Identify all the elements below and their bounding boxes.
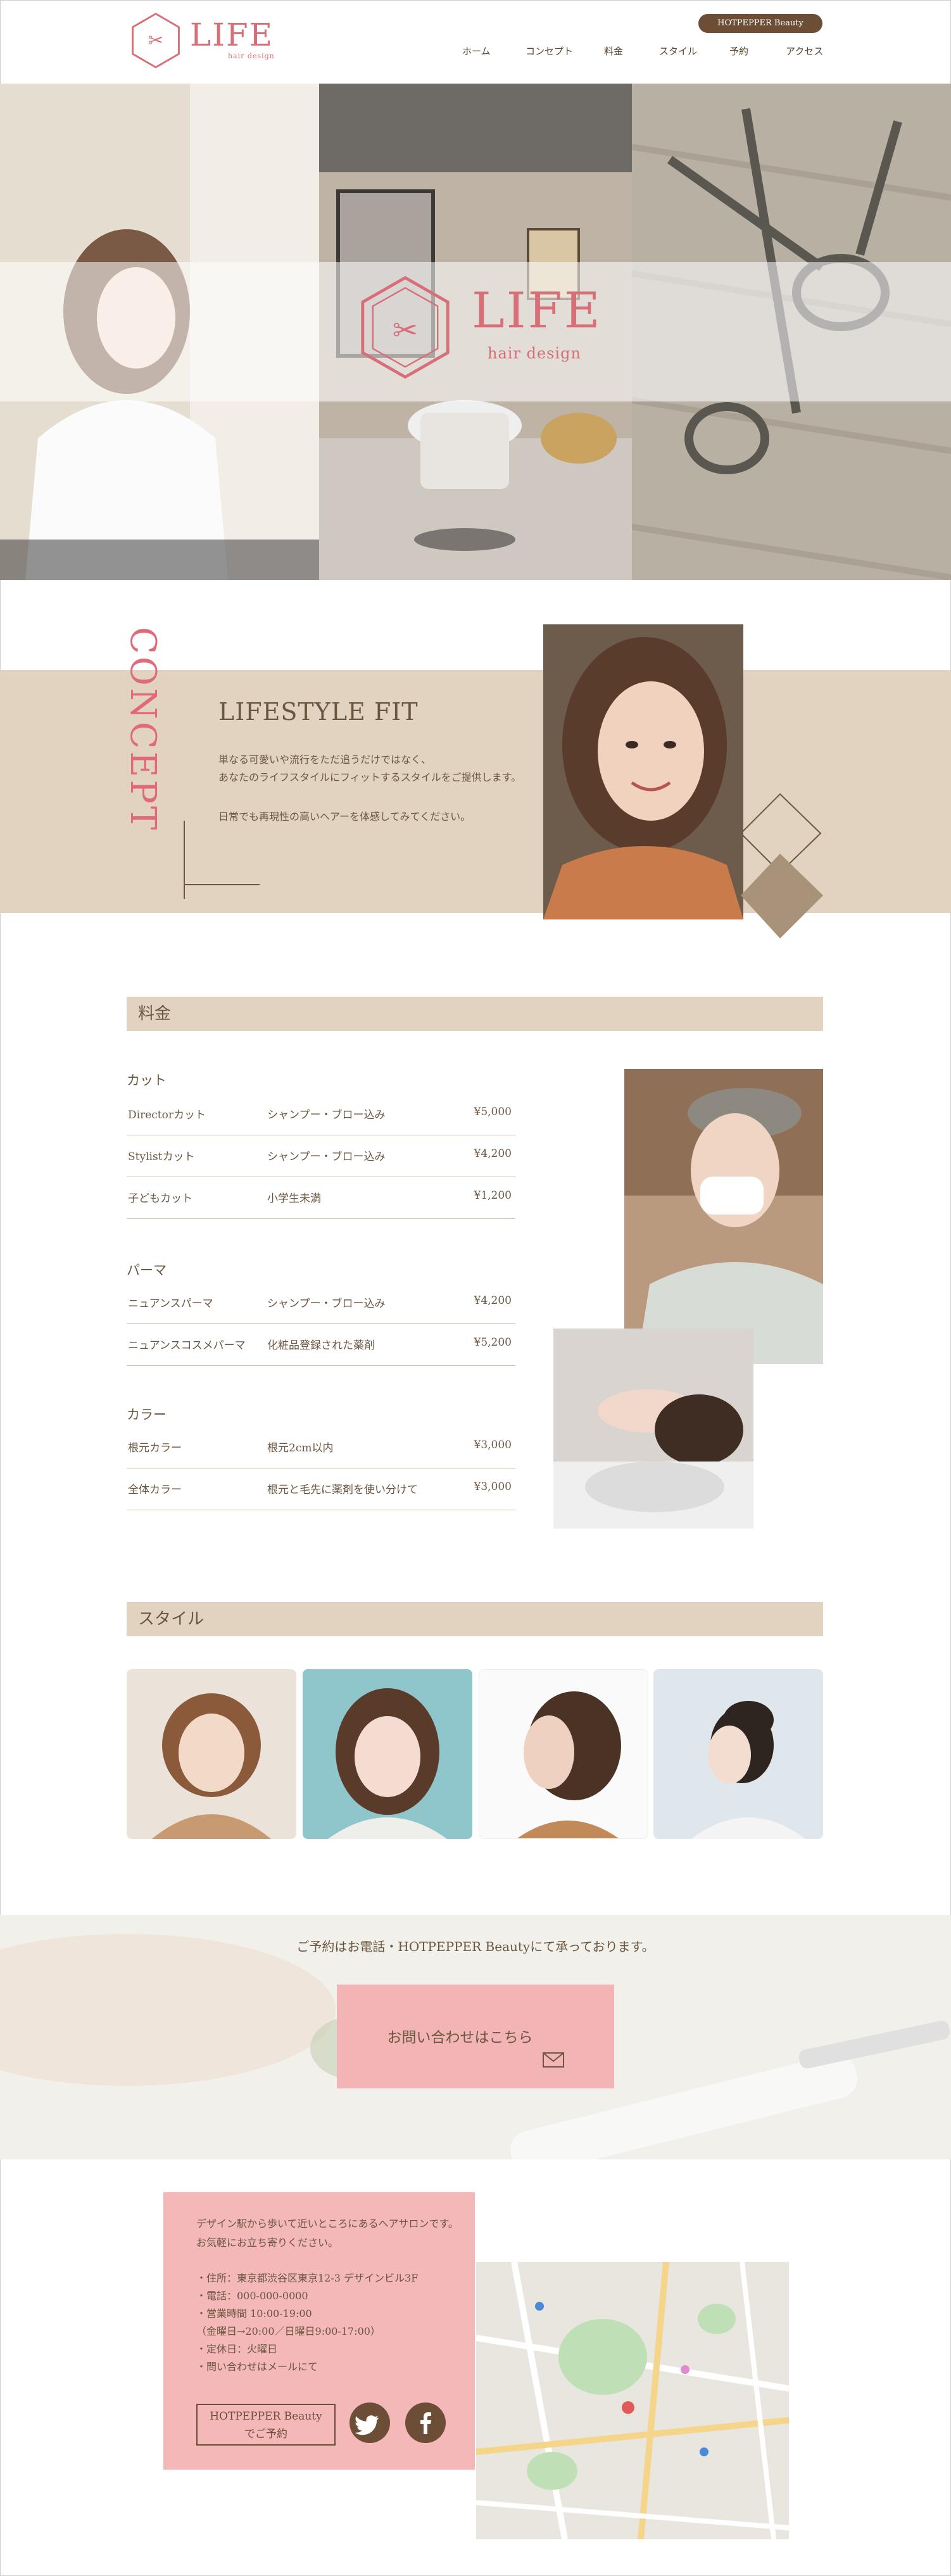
price-item-note: 根元2cm以内 [267,1442,334,1455]
hotpepper-beauty-button[interactable]: HOTPEPPER Beauty [698,14,822,33]
price-category-cut: カット [127,1073,167,1088]
price-item-name: 子どもカット [128,1192,192,1205]
info-holiday: ・定休日：火曜日 [196,2343,278,2355]
price-row: ニュアンスパーマ シャンプー・ブロー込み ¥4,200 [127,1282,515,1324]
nav-access[interactable]: アクセス [786,44,823,58]
price-row: 全体カラー 根元と毛先に薬剤を使い分けて ¥3,000 [127,1468,515,1510]
hotpepper-reserve-button[interactable]: HOTPEPPER Beauty でご予約 [196,2404,336,2446]
concept-vertical-title: CONCEPT [122,627,163,833]
booking-text: ご予約はお電話・HOTPEPPER Beautyにて承っております。 [296,1939,655,1954]
price-item-price: ¥3,000 [474,1481,512,1493]
style-photo-1[interactable] [127,1669,296,1839]
hero-logo-hexagon-icon: ✂ [361,275,450,379]
hero-logo-subtext: hair design [488,344,581,362]
concept-deco-hline [184,884,260,885]
style-photo-2[interactable] [303,1669,472,1839]
concept-text-line3: 日常でも再現性の高いヘアーを体感してみてください。 [218,811,471,823]
contact-button-label: お問い合わせはこちら [387,2030,533,2046]
logo-subtext: hair design [228,52,275,60]
price-item-note: シャンプー・ブロー込み [267,1151,386,1163]
info-address: ・住所：東京都渋谷区東京12-3 デザインビル3F [196,2272,419,2284]
style-section-header: スタイル [127,1602,823,1636]
price-row: 子どもカット 小学生未満 ¥1,200 [127,1177,515,1219]
style-heading: スタイル [138,1610,205,1629]
price-item-price: ¥4,200 [474,1294,512,1307]
price-item-name: 根元カラー [128,1442,182,1455]
price-row: Stylistカット シャンプー・ブロー込み ¥4,200 [127,1135,515,1177]
info-phone: ・電話：000-000-0000 [196,2290,308,2302]
price-row: Directorカット シャンプー・ブロー込み ¥5,000 [127,1093,515,1135]
price-item-name: Stylistカット [128,1151,195,1163]
info-inquiry: ・問い合わせはメールにて [196,2361,318,2373]
hotpepper-reserve-line1: HOTPEPPER Beauty [210,2410,322,2423]
price-item-name: Directorカット [128,1109,206,1121]
price-item-price: ¥3,000 [474,1439,512,1451]
nav-style[interactable]: スタイル [659,44,697,58]
svg-text:✂: ✂ [393,313,418,348]
info-intro-line2: お気軽にお立ち寄りください。 [196,2237,339,2249]
price-item-note: 根元と毛先に薬剤を使い分けて [267,1484,418,1496]
price-item-note: シャンプー・ブロー込み [267,1297,386,1310]
nav-price[interactable]: 料金 [604,44,623,58]
style-photo-4[interactable] [653,1669,823,1839]
price-item-price: ¥1,200 [474,1189,512,1202]
contact-button[interactable]: お問い合わせはこちら [337,1985,614,2088]
logo-hexagon-icon[interactable]: ✂ [125,10,186,71]
hotpepper-reserve-line2: でご予約 [244,2428,287,2440]
nav-home[interactable]: ホーム [462,44,491,58]
price-item-note: 小学生未満 [267,1192,321,1205]
nav-reservation[interactable]: 予約 [729,44,748,58]
concept-text-line1: 単なる可愛いや流行をただ追うだけではなく、 [218,754,432,766]
hero-banner: ✂ LIFE hair design [0,84,951,580]
info-hours-extra: （金曜日→20:00／日曜日9:00-17:00） [196,2325,381,2337]
concept-diamond-deco-icon [741,793,823,938]
concept-photo-woman [543,624,743,919]
price-category-perm: パーマ [127,1263,167,1278]
price-item-name: ニュアンスコスメパーマ [128,1339,246,1352]
facebook-icon[interactable] [405,2402,446,2443]
mail-icon [542,2052,564,2068]
svg-text:✂: ✂ [148,30,163,51]
style-photo-3[interactable] [479,1669,648,1839]
twitter-icon[interactable] [350,2402,390,2443]
price-photo-hat-woman [624,1069,823,1364]
access-map[interactable] [476,2262,789,2539]
price-section-header: 料金 [127,997,823,1031]
concept-text-line2: あなたのライフスタイルにフィットするスタイルをご提供します。 [218,771,522,783]
price-item-name: 全体カラー [128,1484,182,1496]
hero-logo-text: LIFE [472,282,602,339]
price-row: 根元カラー 根元2cm以内 ¥3,000 [127,1426,515,1468]
price-photo-shampoo [553,1329,753,1529]
price-item-price: ¥5,000 [474,1106,512,1118]
price-category-color: カラー [127,1407,167,1422]
concept-title: LIFESTYLE FIT [218,698,419,726]
logo-text[interactable]: LIFE [190,19,274,51]
price-item-price: ¥4,200 [474,1147,512,1160]
price-item-name: ニュアンスパーマ [128,1297,213,1310]
price-item-note: 化粧品登録された薬剤 [267,1339,375,1352]
info-hours: ・営業時間 10:00-19:00 [196,2308,312,2320]
concept-deco-vline [184,821,185,899]
price-item-price: ¥5,200 [474,1336,512,1349]
price-heading: 料金 [138,1004,172,1023]
price-row: ニュアンスコスメパーマ 化粧品登録された薬剤 ¥5,200 [127,1323,515,1366]
info-intro-line1: デザイン駅から歩いて近いところにあるヘアサロンです。 [196,2218,458,2230]
price-item-note: シャンプー・ブロー込み [267,1109,386,1121]
nav-concept[interactable]: コンセプト [526,44,573,58]
